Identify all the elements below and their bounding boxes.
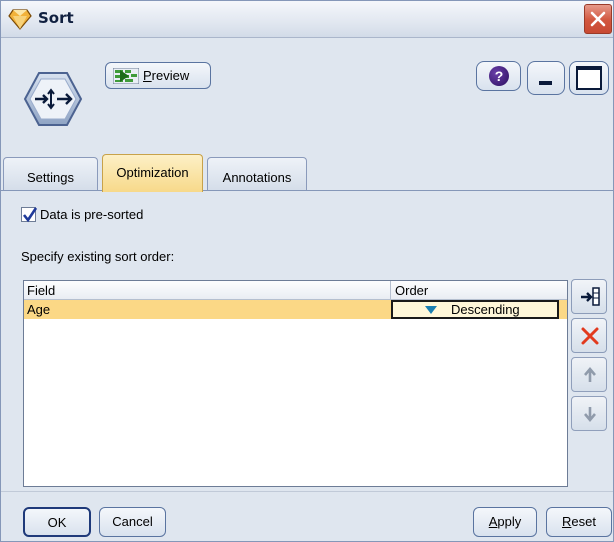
- column-header-field[interactable]: Field: [27, 283, 55, 298]
- ok-label: OK: [47, 515, 67, 530]
- sort-node-large-icon: [21, 69, 85, 129]
- apply-label: Apply: [488, 514, 522, 529]
- tab-settings-label: Settings: [27, 170, 74, 185]
- tab-annotations[interactable]: Annotations: [207, 157, 307, 191]
- maximize-button[interactable]: [569, 61, 609, 95]
- ok-button[interactable]: OK: [23, 507, 91, 537]
- title-bar: Sort: [1, 1, 613, 38]
- sort-order-table: Field Order Age Descending: [23, 280, 568, 487]
- descending-arrow-icon: [425, 306, 437, 314]
- order-select[interactable]: Descending: [391, 300, 559, 319]
- close-button[interactable]: [584, 4, 612, 34]
- apply-button[interactable]: Apply: [473, 507, 537, 537]
- preview-label: Preview: [143, 68, 190, 83]
- move-up-button[interactable]: [571, 357, 607, 392]
- tab-optimization[interactable]: Optimization: [102, 154, 203, 192]
- presorted-checkbox[interactable]: [21, 207, 38, 223]
- order-value: Descending: [451, 302, 520, 317]
- close-icon: [590, 11, 606, 27]
- minimize-button[interactable]: [527, 61, 565, 95]
- table-row[interactable]: Age Descending: [24, 300, 567, 319]
- help-button[interactable]: ?: [476, 61, 521, 91]
- field-cell: Age: [27, 302, 51, 317]
- preview-icon: [112, 67, 140, 87]
- delete-icon: [581, 327, 599, 345]
- tab-settings[interactable]: Settings: [3, 157, 98, 191]
- maximize-icon: [576, 66, 602, 90]
- preview-button[interactable]: Preview: [105, 62, 211, 89]
- table-header: Field Order: [24, 281, 567, 300]
- sort-dialog: Sort Preview ? Settings Optimization Ann…: [0, 0, 614, 542]
- arrow-up-icon: [584, 366, 596, 382]
- reset-label: Reset: [562, 514, 596, 529]
- column-header-order[interactable]: Order: [395, 283, 428, 298]
- cancel-button[interactable]: Cancel: [99, 507, 166, 537]
- field-picker-icon: [581, 287, 600, 306]
- window-title: Sort: [38, 9, 74, 27]
- reset-button[interactable]: Reset: [546, 507, 612, 537]
- tab-annotations-label: Annotations: [222, 170, 292, 185]
- column-divider[interactable]: [390, 281, 391, 300]
- help-icon: ?: [489, 66, 509, 86]
- add-field-button[interactable]: [571, 279, 607, 314]
- sort-order-label: Specify existing sort order:: [21, 249, 175, 264]
- presorted-label: Data is pre-sorted: [40, 207, 144, 222]
- arrow-down-icon: [584, 407, 596, 423]
- remove-field-button[interactable]: [571, 318, 607, 353]
- move-down-button[interactable]: [571, 396, 607, 431]
- checkmark-icon: [22, 207, 38, 223]
- cancel-label: Cancel: [112, 514, 153, 529]
- minimize-icon: [539, 81, 552, 85]
- tab-optimization-label: Optimization: [116, 165, 189, 180]
- sort-node-icon: [7, 7, 33, 31]
